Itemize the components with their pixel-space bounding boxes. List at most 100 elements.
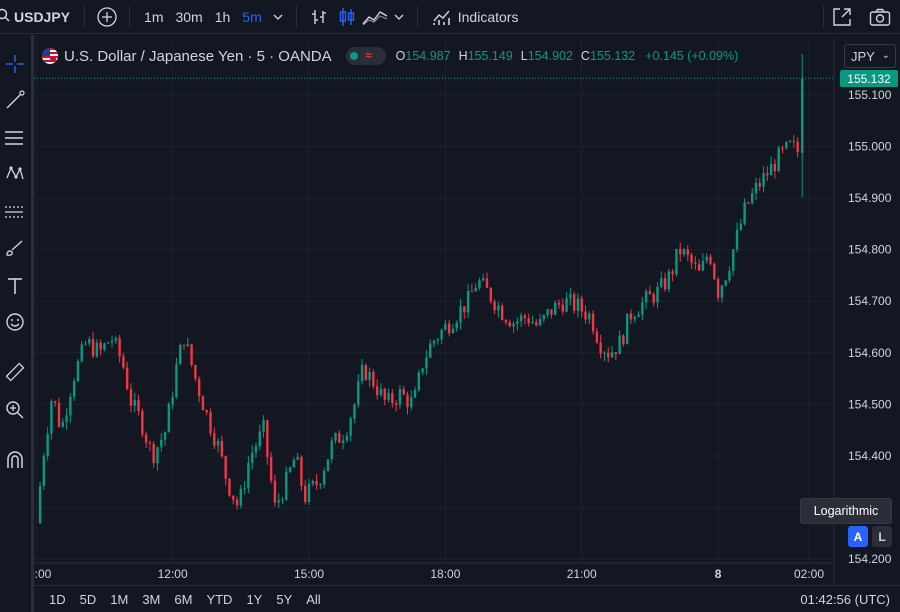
candle-body [588,313,591,320]
candle-body [330,440,333,460]
candle-body [610,352,614,358]
chevron-down-icon: ⌄ [881,50,890,61]
range-3m[interactable]: 3M [135,592,167,607]
magnet-icon[interactable] [0,445,30,475]
range-6m[interactable]: 6M [167,592,199,607]
auto-scale-button[interactable]: A [848,526,868,547]
candle-body [633,317,636,320]
range-all[interactable]: All [299,592,327,607]
candle-body [125,367,129,390]
range-5d[interactable]: 5D [73,592,104,607]
candle-body [84,343,87,345]
candle-body [652,294,655,303]
price-tick-label: 154.600 [848,346,892,360]
candle-body [338,433,341,443]
candle-body [375,386,379,395]
candle-body [758,183,761,187]
candle-body [493,301,496,311]
trend-line-icon[interactable] [0,85,30,115]
candle-body [175,364,178,398]
area-icon[interactable] [361,4,389,30]
log-scale-button[interactable]: L [872,526,892,547]
candle-body [95,342,99,357]
candle-body [235,499,239,506]
candle-body [137,399,140,411]
range-bar: 1D 5D 1M 3M 6M YTD 1Y 5Y All 01:42:56 (U… [34,585,900,612]
candle-body [315,480,318,486]
emoji-icon[interactable] [0,307,30,337]
candle-body [546,309,549,316]
candle-body [682,249,686,255]
candle-body [576,298,580,311]
candle-body [304,485,307,502]
candle-body [262,420,265,432]
fib-icon[interactable] [0,123,30,153]
indicators-button[interactable]: Indicators [426,4,525,30]
candle-body [519,315,523,322]
candle-body [326,459,330,471]
chevron-down-icon[interactable] [268,4,288,30]
candle-body [391,393,394,404]
candle-body [777,147,780,172]
symbol-search[interactable]: USDJPY [0,0,70,33]
chart-pane[interactable]: 155.100 155.000 154.900 154.800 154.700 154.6… [34,38,900,585]
candle-body [739,223,743,230]
candle-body [410,397,413,408]
utc-clock[interactable]: 01:42:56 (UTC) [800,592,890,607]
candle-body [421,368,424,373]
pattern-icon[interactable] [0,159,30,189]
add-symbol-icon[interactable] [93,4,121,30]
ruler-icon[interactable] [0,357,30,387]
candle-body [311,480,314,484]
candle-body [656,286,659,303]
range-1y[interactable]: 1Y [239,592,269,607]
candle-body [194,364,197,379]
chevron-down-icon[interactable] [389,4,409,30]
usd-jpy-flag-icon [42,48,58,64]
candle-body [103,343,106,350]
candle-body [432,340,436,344]
candle-body [144,434,148,443]
candle-body [99,342,102,350]
currency-select[interactable]: JPY ⌄ [844,44,896,68]
candle-body [179,344,182,365]
candle-body [497,305,500,311]
currency-label: JPY [851,48,875,64]
crosshair-icon[interactable] [0,49,30,79]
candle-body [394,403,398,405]
candle-body [516,321,519,324]
last-price-tag: 155.132 [840,70,898,88]
candle-body [307,483,311,502]
camera-icon[interactable] [866,4,894,30]
range-1d[interactable]: 1D [42,592,73,607]
time-axis[interactable]: 09:00 12:00 15:00 18:00 21:00 8 02:00 [34,562,834,581]
interval-5m[interactable]: 5m [236,4,267,30]
interval-30m[interactable]: 30m [169,4,208,30]
interval-1m[interactable]: 1m [138,4,169,30]
brush-icon[interactable] [0,233,30,263]
candle-body [607,352,610,358]
candle-body [580,298,583,312]
interval-1h[interactable]: 1h [209,4,237,30]
candle-body [535,322,538,325]
fullscreen-icon[interactable] [828,4,856,30]
candle-body [735,229,739,250]
scale-tooltip: Logarithmic [800,498,892,524]
candle-body [660,278,663,287]
candles-icon[interactable] [333,4,361,30]
market-status-badge[interactable]: ≈ [345,47,386,65]
candle-body [447,323,451,333]
range-5y[interactable]: 5Y [269,592,299,607]
top-toolbar: USDJPY 1m 30m 1h 5m Indicators [0,0,900,34]
forecast-icon[interactable] [0,197,30,227]
zoom-icon[interactable] [0,395,30,425]
candle-body [254,446,258,453]
range-1m[interactable]: 1M [103,592,135,607]
candlestick-chart[interactable]: 155.100 155.000 154.900 154.800 154.700 154.6… [34,38,900,585]
candle-body [322,470,326,485]
text-icon[interactable] [0,271,30,301]
change-value: +0.145 (+0.09%) [645,49,739,63]
bar-style-icon[interactable] [305,4,333,30]
range-ytd[interactable]: YTD [199,592,239,607]
candle-body [750,193,754,204]
